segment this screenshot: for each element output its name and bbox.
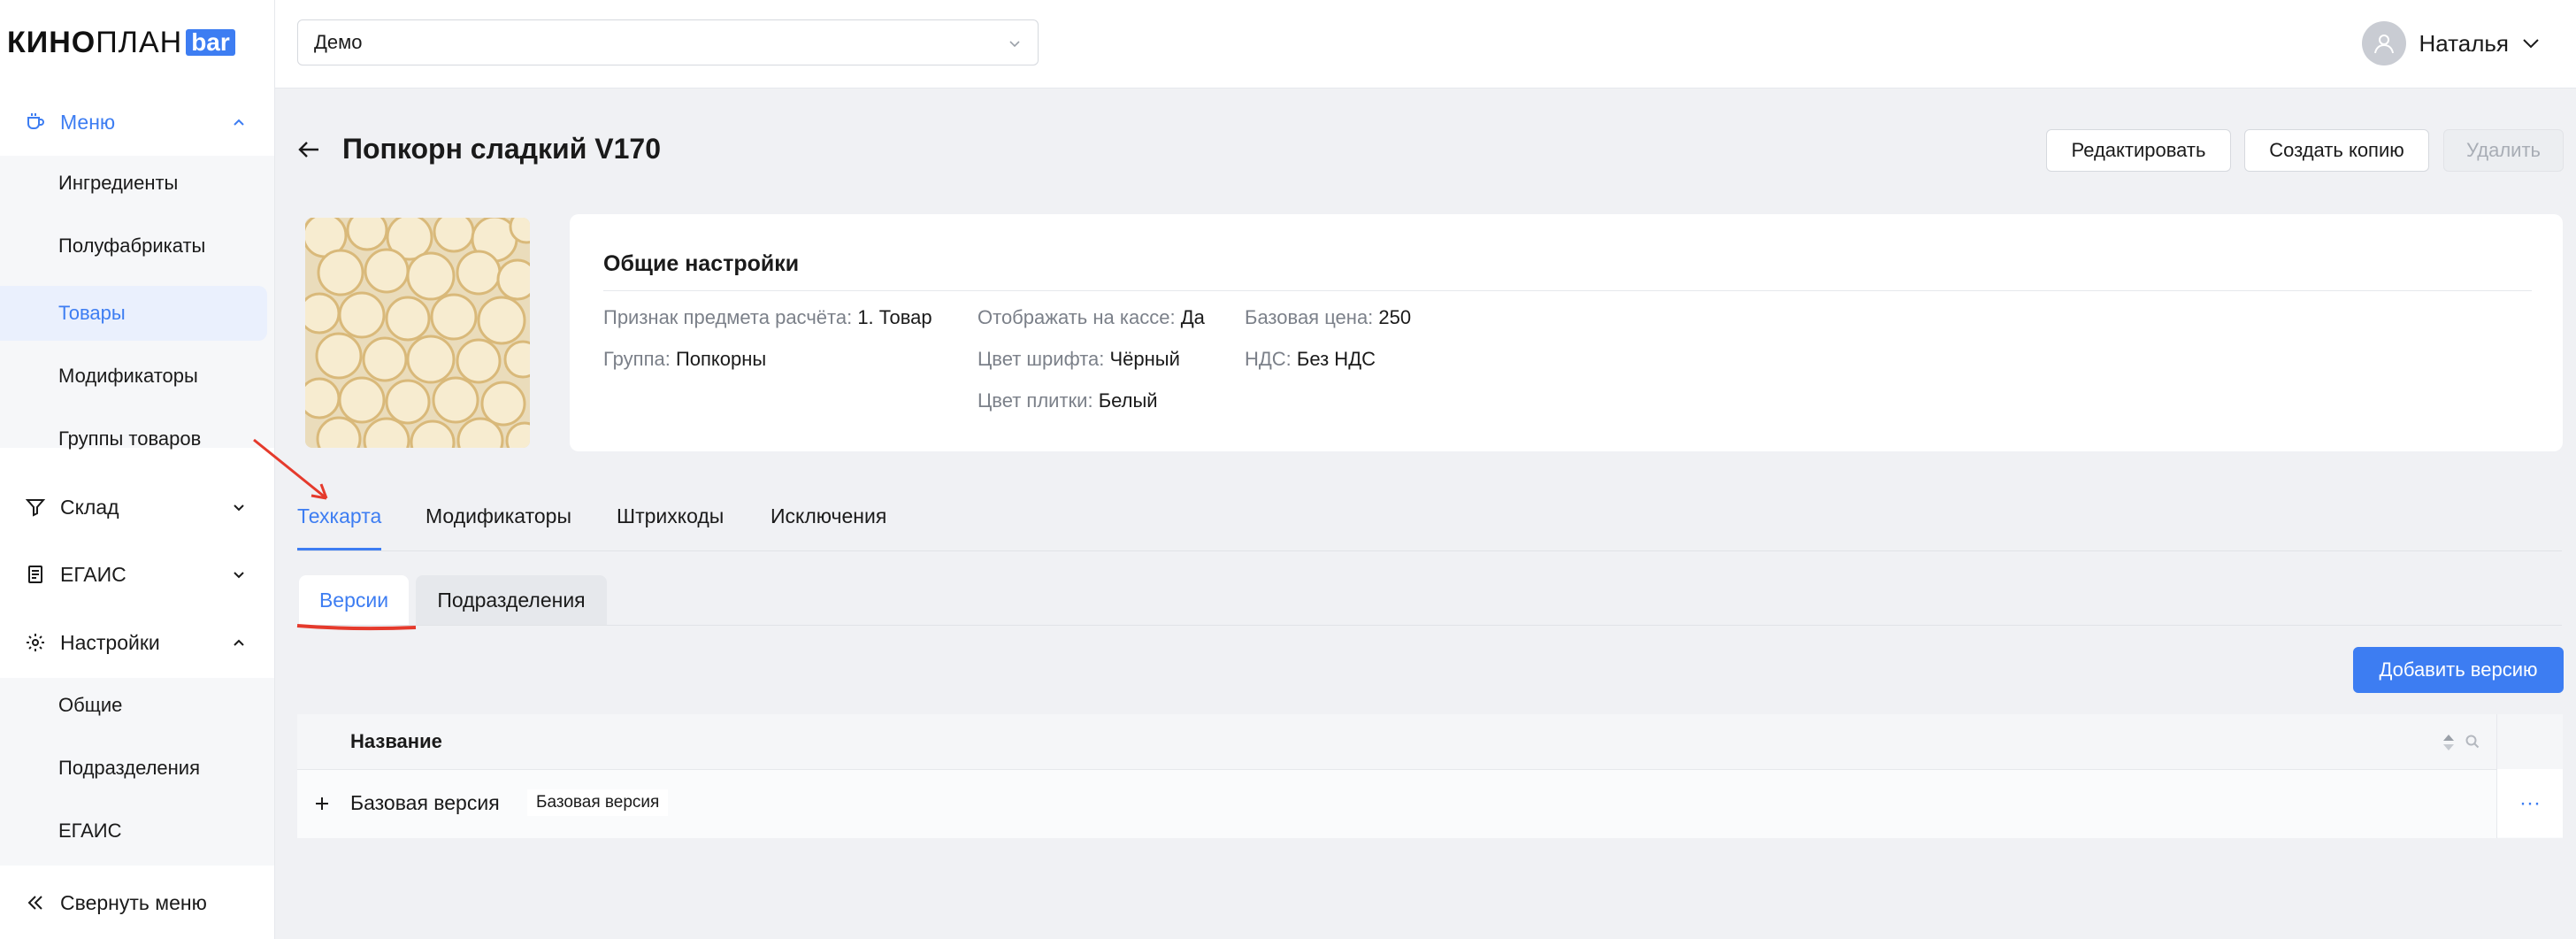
create-copy-button[interactable]: Создать копию: [2244, 129, 2429, 172]
settings-subnav: Общие Подразделения ЕГАИС: [0, 678, 274, 866]
logo-badge: bar: [186, 29, 235, 56]
sidebar-item-divisions[interactable]: Подразделения: [0, 741, 267, 796]
field-show-on-cashier: Отображать на кассе: Да: [978, 306, 1205, 328]
collapse-menu-label: Свернуть меню: [60, 890, 207, 914]
tab-exceptions[interactable]: Исключения: [770, 504, 886, 528]
location-select-value: Демо: [314, 31, 363, 53]
sort-icon[interactable]: [2442, 733, 2456, 752]
tab-modifiers[interactable]: Модификаторы: [426, 504, 571, 528]
expand-row-icon[interactable]: [313, 795, 331, 812]
topbar: Демо Наталья: [275, 0, 2576, 89]
collapse-menu-button[interactable]: Свернуть меню: [0, 876, 274, 929]
sidebar: КИНОПЛАН bar Меню Ингредиенты Полуфабрик…: [0, 0, 275, 939]
logo: КИНОПЛАН bar: [7, 25, 235, 60]
field-vat: НДС: Без НДС: [1245, 348, 1376, 370]
chevron-down-icon: [1009, 41, 1020, 48]
sidebar-item-ingredients[interactable]: Ингредиенты: [0, 156, 267, 211]
field-payment-sign: Признак предмета расчёта: 1. Товар: [603, 306, 932, 328]
tab-techcard[interactable]: Техкарта: [297, 504, 381, 528]
row-actions-button[interactable]: ···: [2497, 769, 2563, 837]
chevron-up-icon: [234, 119, 244, 126]
back-arrow-icon[interactable]: [295, 136, 322, 163]
field-base-price: Базовая цена: 250: [1245, 306, 1412, 328]
tabs-divider: [297, 550, 2562, 551]
sidebar-group-label: Настройки: [60, 630, 160, 654]
product-image: [305, 218, 530, 448]
subtab-divisions[interactable]: Подразделения: [416, 575, 607, 625]
sidebar-group-label: ЕГАИС: [60, 562, 126, 586]
tab-barcodes[interactable]: Штрихкоды: [617, 504, 724, 528]
sidebar-item-product-groups[interactable]: Группы товаров: [0, 412, 267, 466]
location-select[interactable]: Демо: [297, 19, 1039, 65]
cup-icon: [25, 112, 46, 133]
chevron-up-icon: [234, 639, 244, 646]
page-title: Попкорн сладкий V170: [342, 133, 661, 165]
user-name: Наталья: [2419, 29, 2509, 57]
gear-icon: [25, 632, 46, 653]
sidebar-item-egais[interactable]: ЕГАИС: [0, 804, 267, 858]
chevron-down-icon: [234, 504, 244, 512]
sidebar-group-label: Склад: [60, 495, 119, 519]
funnel-icon: [25, 496, 46, 518]
sidebar-item-products[interactable]: Товары: [0, 286, 267, 341]
annotation-underline: [296, 624, 417, 631]
sidebar-group-menu[interactable]: Меню: [0, 94, 274, 150]
edit-button[interactable]: Редактировать: [2046, 129, 2231, 172]
field-tile-color: Цвет плитки: Белый: [978, 389, 1158, 412]
user-menu[interactable]: Наталья: [2362, 20, 2541, 66]
add-version-button[interactable]: Добавить версию: [2353, 647, 2564, 693]
sidebar-group-warehouse[interactable]: Склад: [0, 479, 274, 535]
chevron-down-icon: [234, 572, 244, 579]
chevron-down-icon: [2523, 39, 2539, 49]
menu-subnav: Ингредиенты Полуфабрикаты Товары Модифик…: [0, 156, 274, 450]
base-version-tag: Базовая версия: [527, 789, 669, 816]
field-font-color: Цвет шрифта: Чёрный: [978, 348, 1180, 370]
table-row[interactable]: Базовая версия Базовая версия: [297, 770, 2563, 838]
subtabs-divider: [297, 625, 2562, 626]
divider: [603, 290, 2532, 291]
sidebar-item-semi-finished[interactable]: Полуфабрикаты: [0, 219, 267, 273]
sidebar-group-egais[interactable]: ЕГАИС: [0, 546, 274, 603]
sidebar-group-label: Меню: [60, 110, 116, 134]
row-name: Базовая версия: [350, 791, 500, 814]
field-group: Группа: Попкорны: [603, 348, 767, 370]
versions-table: Название Базовая версия Базовая версия ·…: [297, 714, 2563, 838]
sidebar-item-general[interactable]: Общие: [0, 678, 267, 733]
active-tab-indicator: [297, 548, 381, 550]
avatar: [2362, 21, 2407, 65]
table-header: Название: [297, 714, 2563, 770]
subtab-versions[interactable]: Версии: [299, 575, 409, 625]
card-title: Общие настройки: [603, 251, 800, 276]
column-header-name: Название: [350, 730, 442, 752]
search-icon[interactable]: [2465, 734, 2480, 750]
sidebar-group-settings[interactable]: Настройки: [0, 614, 274, 671]
double-chevron-left-icon: [25, 892, 46, 913]
sidebar-item-modifiers[interactable]: Модификаторы: [0, 349, 267, 404]
general-settings-card: Общие настройки Признак предмета расчёта…: [570, 214, 2563, 451]
delete-button[interactable]: Удалить: [2443, 129, 2564, 172]
document-icon: [25, 564, 46, 585]
actions-column: ···: [2496, 714, 2563, 838]
